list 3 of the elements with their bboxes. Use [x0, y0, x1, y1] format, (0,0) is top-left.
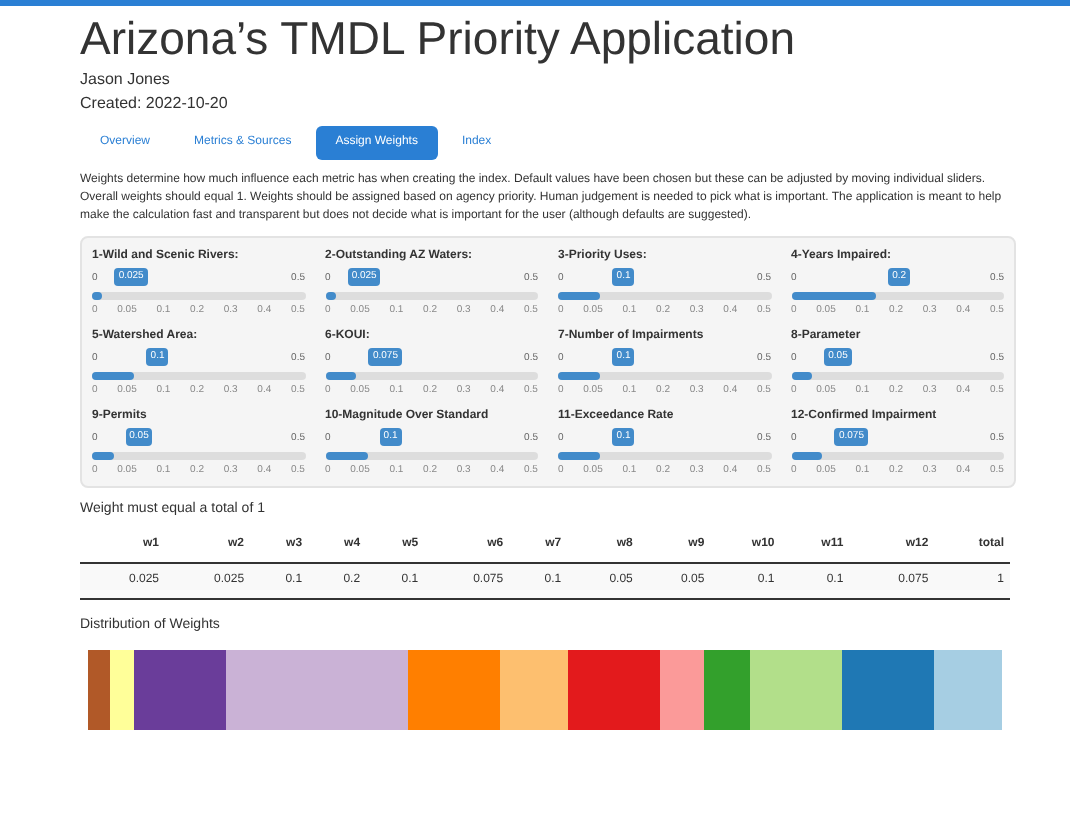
created-date: Created: 2022-10-20	[80, 94, 228, 114]
page-title: Arizona’s TMDL Priority Application	[80, 12, 795, 64]
author-name: Jason Jones	[80, 70, 170, 90]
